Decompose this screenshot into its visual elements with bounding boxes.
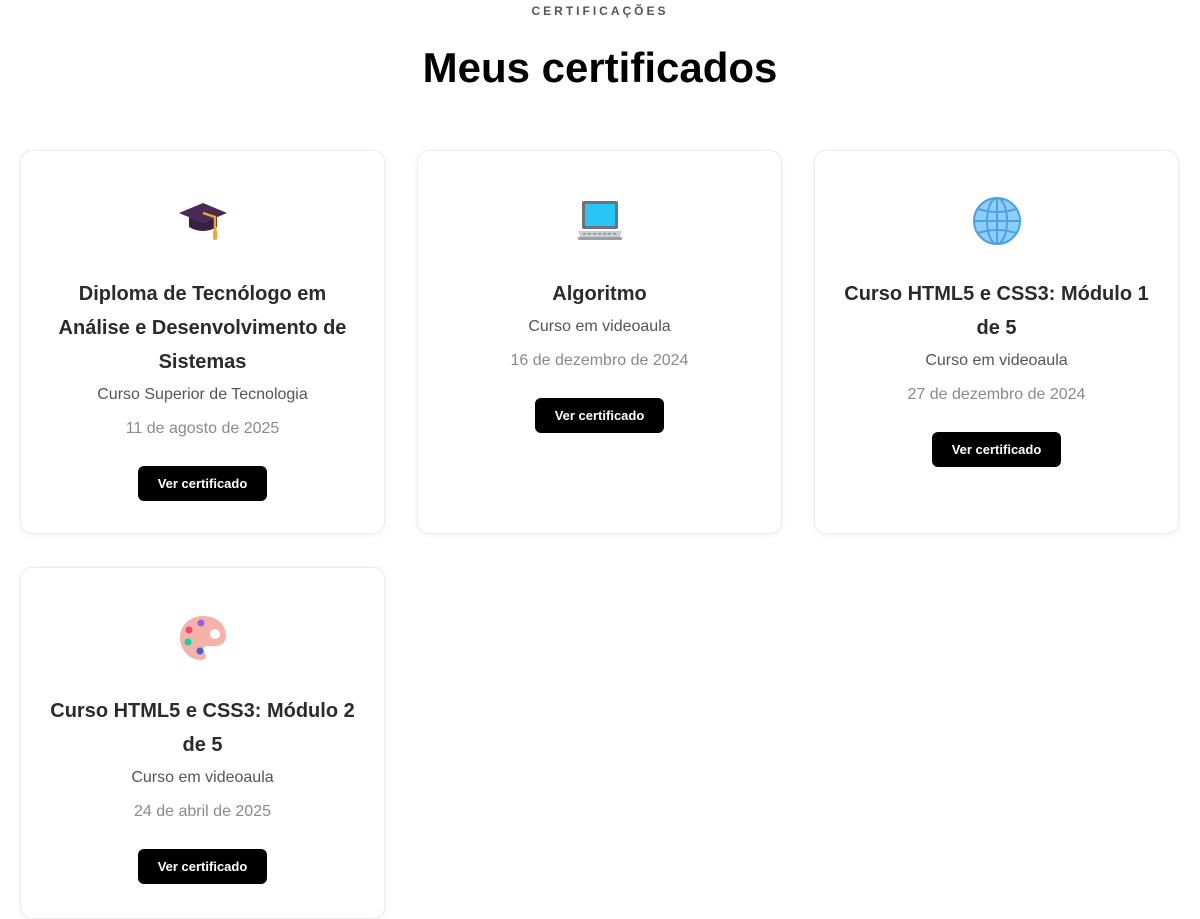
certificate-card: Curso HTML5 e CSS3: Módulo 1 de 5 Curso …: [814, 150, 1179, 534]
laptop-icon: [574, 195, 626, 247]
certificate-card: Algoritmo Curso em videoaula 16 de dezem…: [417, 150, 782, 534]
page-title: Meus certificados: [422, 44, 778, 91]
globe-icon: [971, 195, 1023, 247]
graduation-cap-icon: [177, 195, 229, 247]
certificate-card: Diploma de Tecnólogo em Análise e Desenv…: [20, 150, 385, 534]
certificates-grid: Diploma de Tecnólogo em Análise e Desenv…: [20, 150, 1180, 919]
certificate-title: Curso HTML5 e CSS3: Módulo 1 de 5: [844, 283, 1149, 339]
view-certificate-button[interactable]: Ver certificado: [931, 432, 1062, 467]
certificate-title: Diploma de Tecnólogo em Análise e Desenv…: [58, 283, 347, 373]
view-certificate-button[interactable]: Ver certificado: [534, 398, 665, 433]
certificate-date: 27 de dezembro de 2024: [907, 386, 1086, 403]
certificate-type: Curso em videoaula: [528, 318, 671, 335]
certificate-title: Algoritmo: [552, 283, 647, 305]
certificate-date: 16 de dezembro de 2024: [510, 352, 689, 369]
certificate-type: Curso em videoaula: [131, 769, 274, 786]
palette-icon: [177, 612, 229, 664]
certificate-type: Curso Superior de Tecnologia: [97, 386, 308, 403]
view-certificate-button[interactable]: Ver certificado: [137, 849, 268, 884]
certificate-card: Curso HTML5 e CSS3: Módulo 2 de 5 Curso …: [20, 567, 385, 919]
view-certificate-button[interactable]: Ver certificado: [137, 466, 268, 501]
certificate-type: Curso em videoaula: [925, 352, 1068, 369]
section-eyebrow: CERTIFICAÇÕES: [531, 4, 669, 18]
certificate-title: Curso HTML5 e CSS3: Módulo 2 de 5: [50, 700, 355, 756]
certificate-date: 11 de agosto de 2025: [125, 420, 280, 437]
certificate-date: 24 de abril de 2025: [134, 803, 271, 820]
